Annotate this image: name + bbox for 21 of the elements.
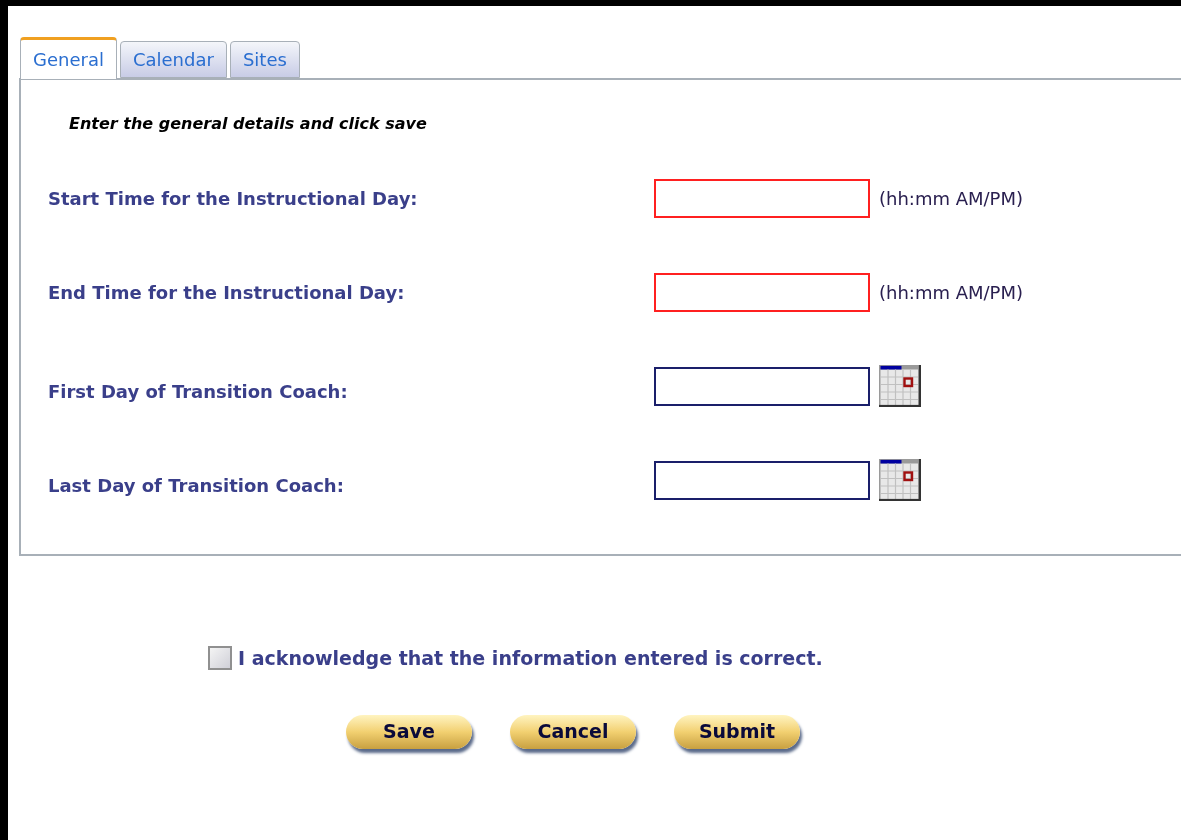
action-button[interactable]: Cancel [510,714,636,749]
format-hint: (hh:mm AM/PM) [879,186,1023,211]
calendar-icon[interactable] [879,365,921,407]
format-hint: (hh:mm AM/PM) [879,280,1023,305]
input-field[interactable] [654,460,870,500]
tab[interactable]: Calendar [119,41,227,78]
tab[interactable]: Sites [229,41,300,78]
field-label: First Day of Transition Coach: [48,379,349,404]
field-label: Start Time for the Instructional Day: [48,186,419,211]
input-field[interactable] [654,272,870,312]
tab[interactable]: General [20,37,117,79]
input-field[interactable] [654,178,870,218]
calendar-icon[interactable] [879,459,921,501]
input-field[interactable] [654,366,870,406]
action-button[interactable]: Submit [674,714,800,749]
acknowledge-checkbox[interactable] [208,646,232,671]
acknowledge-label: I acknowledge that the information entered is correct. [238,646,823,671]
instructions: Enter the general details and click save [69,113,428,135]
field-label: Last Day of Transition Coach: [48,473,345,498]
field-label: End Time for the Instructional Day: [48,280,406,305]
action-button[interactable]: Save [346,714,472,749]
